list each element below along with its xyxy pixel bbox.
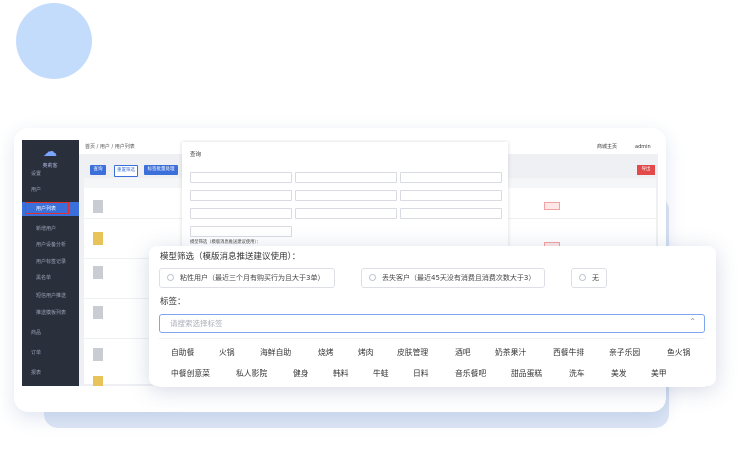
tag-option[interactable]: 奶茶果汁 [495, 347, 526, 358]
sidebar-item-device-analysis[interactable]: 用户设备分析 [22, 238, 79, 252]
filter-select[interactable] [190, 190, 292, 201]
user-avatar [93, 348, 103, 361]
tag-option[interactable]: 韩料 [333, 368, 349, 379]
sidebar: ☁ 奥莉客 设置 用户 用户列表 新增用户 用户设备分析 用户标签记录 黑名单 … [22, 140, 79, 386]
tag-option[interactable]: 烧烤 [318, 347, 334, 358]
user-avatar [93, 200, 103, 213]
sidebar-item-goods[interactable]: 商品 [22, 326, 79, 340]
breadcrumb: 首页 / 用户 / 用户列表 [85, 144, 135, 150]
tag-search-select[interactable]: ⌃ [159, 314, 705, 333]
tag-option[interactable]: 甜品蛋糕 [511, 368, 542, 379]
user-menu[interactable]: admin [635, 140, 651, 154]
sidebar-item-settings[interactable]: 设置 [22, 167, 79, 181]
home-link[interactable]: 商城主页 [597, 140, 617, 154]
filter-select[interactable] [400, 208, 502, 219]
tag-option[interactable]: 美甲 [651, 368, 667, 379]
radio-label: 丢失客户（最近45天没有消费且消费次数大于3） [382, 274, 536, 282]
sidebar-item-blacklist[interactable]: 黑名单 [22, 271, 79, 285]
highlight-box [25, 202, 69, 214]
decorative-circle [16, 3, 92, 79]
export-button[interactable]: 导出 [637, 165, 655, 175]
user-avatar [93, 306, 103, 319]
reset-button[interactable]: 重置筛选 [114, 165, 138, 177]
tag-option[interactable]: 火锅 [219, 347, 235, 358]
radio-sticky-users[interactable]: 粘性用户（最近三个月有购买行为且大于3单） [159, 268, 335, 288]
tag-label: 标签： [160, 297, 186, 307]
sidebar-item-sms-push[interactable]: 短信用户推送 [22, 289, 79, 303]
sidebar-item-tag-records[interactable]: 用户标签记录 [22, 255, 79, 269]
tag-option[interactable]: 美发 [611, 368, 627, 379]
tag-options-dropdown: 自助餐 火锅 海鲜自助 烧烤 烤肉 皮肤管理 酒吧 奶茶果汁 西餐牛排 亲子乐园… [159, 338, 705, 387]
filter-select[interactable] [400, 190, 502, 201]
filter-select[interactable] [190, 226, 292, 237]
tag-option[interactable]: 洗车 [569, 368, 585, 379]
tag-filter-panel: 模型筛选（模版消息推送建议使用）： 粘性用户（最近三个月有购买行为且大于3单） … [149, 246, 716, 387]
tag-option[interactable]: 日料 [413, 368, 429, 379]
radio-circle-icon [167, 274, 174, 281]
tag-option[interactable]: 私人影院 [236, 368, 267, 379]
model-filter-label-small: 模型筛选（模版消息推送建议使用）： [190, 240, 261, 245]
filter-field[interactable] [400, 172, 502, 183]
radio-label: 无 [592, 274, 599, 282]
status-badge [544, 202, 560, 210]
filter-select[interactable] [295, 208, 397, 219]
sidebar-item-new-users[interactable]: 新增用户 [22, 222, 79, 236]
tag-option[interactable]: 酒吧 [455, 347, 471, 358]
radio-lost-customers[interactable]: 丢失客户（最近45天没有消费且消费次数大于3） [361, 268, 545, 288]
tag-option[interactable]: 中餐创意菜 [171, 368, 210, 379]
tag-search-input[interactable] [170, 316, 670, 331]
tag-option[interactable]: 自助餐 [171, 347, 194, 358]
tag-option[interactable]: 牛蛙 [373, 368, 389, 379]
tag-option[interactable]: 烤肉 [358, 347, 374, 358]
tag-option[interactable]: 亲子乐园 [609, 347, 640, 358]
radio-label: 粘性用户（最近三个月有购买行为且大于3单） [180, 274, 325, 282]
tag-option[interactable]: 鱼火锅 [667, 347, 690, 358]
user-avatar [93, 266, 103, 279]
filter-field[interactable] [295, 172, 397, 183]
tag-option[interactable]: 音乐餐吧 [455, 368, 486, 379]
chevron-up-icon[interactable]: ⌃ [689, 317, 696, 326]
sidebar-item-reports[interactable]: 报表 [22, 366, 79, 380]
tag-option[interactable]: 健身 [293, 368, 309, 379]
filter-select[interactable] [190, 208, 292, 219]
radio-circle-icon [579, 274, 586, 281]
radio-none[interactable]: 无 [571, 268, 607, 288]
model-filter-label: 模型筛选（模版消息推送建议使用）： [160, 252, 301, 262]
cloud-logo-icon: ☁ [43, 144, 57, 160]
sidebar-item-orders[interactable]: 订单 [22, 346, 79, 360]
radio-circle-icon [369, 274, 376, 281]
sidebar-item-users[interactable]: 用户 [22, 183, 79, 197]
query-button[interactable]: 查询 [90, 165, 106, 175]
batch-tag-button[interactable]: 标签批量处理 [144, 165, 178, 175]
tag-option[interactable]: 皮肤管理 [397, 347, 428, 358]
filter-select[interactable] [295, 190, 397, 201]
user-avatar [93, 376, 103, 386]
user-avatar [93, 232, 103, 245]
tag-option[interactable]: 西餐牛排 [553, 347, 584, 358]
filter-field[interactable] [190, 172, 292, 183]
tag-option[interactable]: 海鲜自助 [260, 347, 291, 358]
modal-title: 查询 [190, 152, 202, 158]
sidebar-item-push-templates[interactable]: 推送模板列表 [22, 306, 79, 320]
